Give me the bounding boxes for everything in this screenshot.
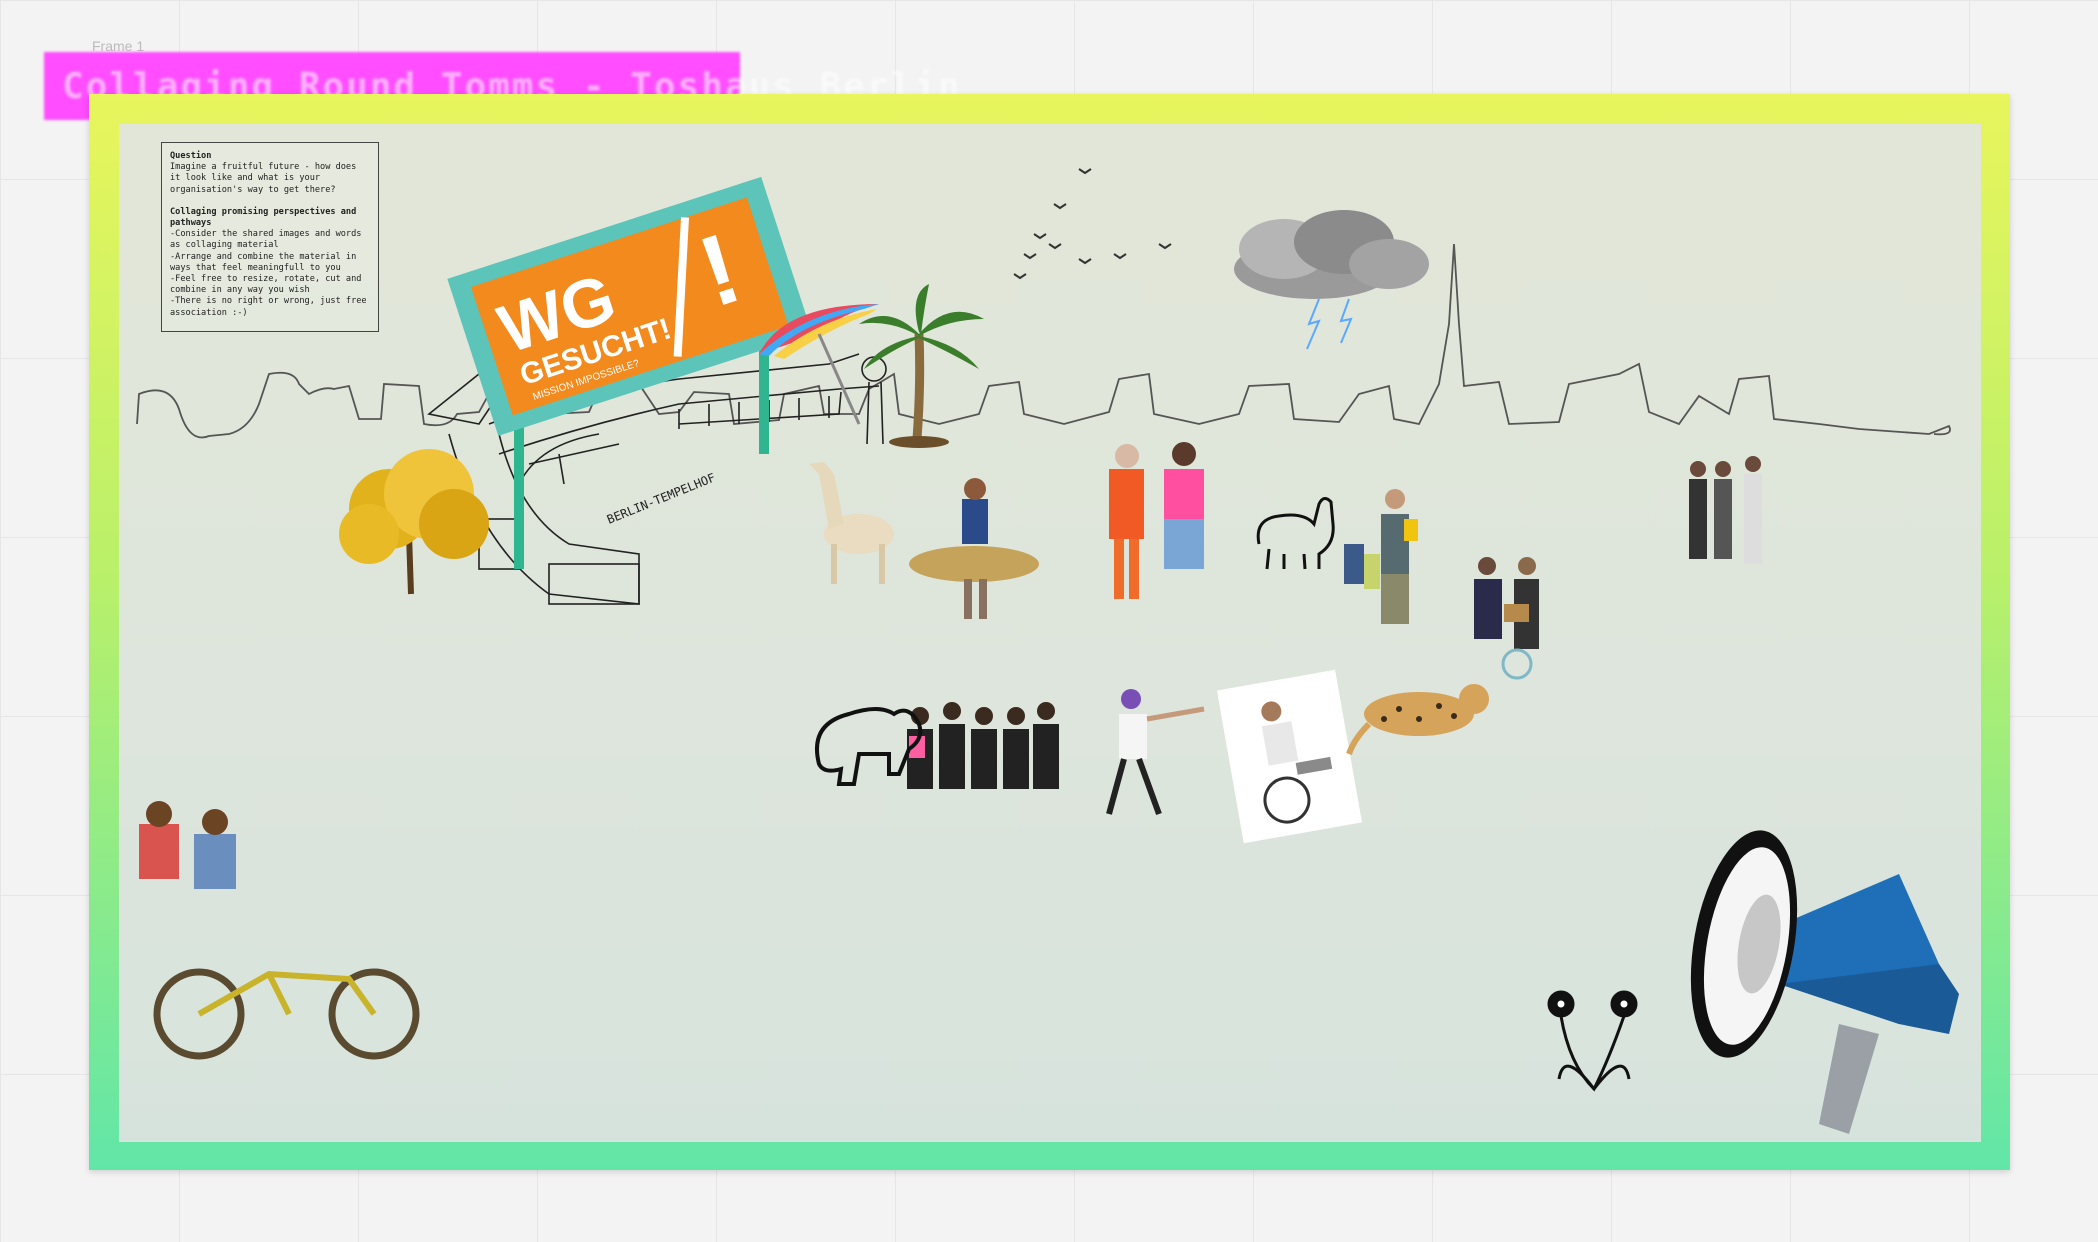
palm-tree-icon[interactable] — [859, 284, 984, 448]
collage-canvas[interactable]: Question Imagine a fruitful future - how… — [119, 124, 1981, 1142]
megaphone-icon[interactable] — [1675, 822, 1959, 1134]
cloud-storm-icon[interactable] — [1234, 210, 1429, 350]
two-women-photo[interactable] — [1109, 442, 1204, 599]
jaguar-icon[interactable] — [1346, 684, 1489, 756]
building-label: BERLIN-TEMPELHOF — [605, 470, 717, 526]
flower-outline-icon[interactable] — [1547, 990, 1638, 1092]
three-people-photo[interactable] — [1689, 456, 1762, 564]
llama-outline-icon[interactable] — [1256, 497, 1335, 570]
wheelchair-user-photo[interactable] — [1216, 669, 1362, 844]
woman-with-bicycle-photo[interactable] — [1474, 557, 1539, 680]
tree-icon[interactable] — [339, 449, 489, 595]
collage-artwork: BERLIN-TEMPELHOF WG GESUCHT! MISSION IMP… — [136, 168, 1959, 1134]
person-with-dish[interactable] — [909, 478, 1039, 619]
collage-frame[interactable]: Question Imagine a fruitful future - how… — [89, 94, 2010, 1170]
bear-outline-icon[interactable] — [815, 707, 923, 786]
llama-photo[interactable] — [809, 462, 894, 584]
skyline-outline-icon[interactable] — [136, 243, 1951, 439]
family-photo[interactable] — [1344, 489, 1418, 624]
dancer-photo[interactable] — [1106, 689, 1205, 816]
birds-icon[interactable] — [1013, 168, 1172, 280]
schoolgirls-photo[interactable] — [907, 702, 1059, 789]
kids-on-bicycle-photo[interactable] — [139, 801, 420, 1060]
